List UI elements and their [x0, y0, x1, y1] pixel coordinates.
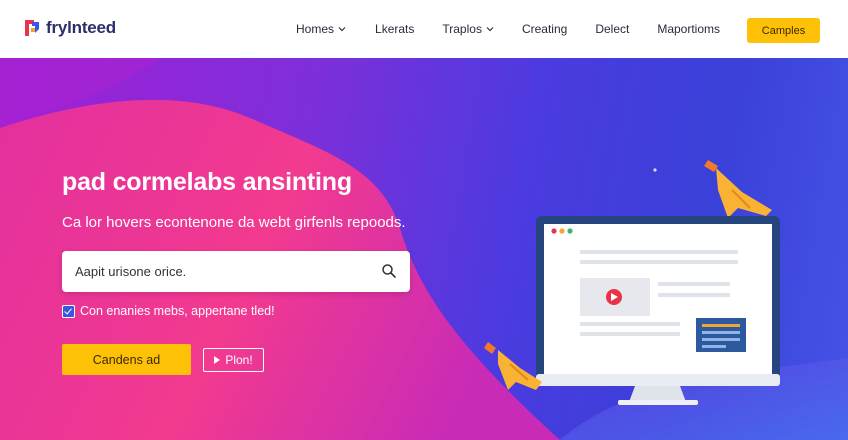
consent-checkbox[interactable] [62, 304, 75, 318]
monitor-illustration [484, 160, 780, 405]
nav-item-lkerats[interactable]: Lkerats [375, 22, 414, 36]
nav-item-delect[interactable]: Delect [595, 22, 629, 36]
nav-item-label: Traplos [442, 22, 482, 36]
logo-icon [25, 20, 39, 36]
rocket-icon [704, 160, 772, 218]
chevron-down-icon [338, 27, 346, 32]
rocket-icon [484, 342, 542, 390]
nav-item-label: Delect [595, 22, 630, 36]
nav-item-label: Homes [296, 22, 335, 36]
main-nav: Homes Lkerats Traplos Creating Delect Ma… [296, 22, 720, 36]
brand-name: frylnteed [46, 18, 116, 37]
nav-item-maportioms[interactable]: Maportioms [657, 22, 720, 36]
brand-logo[interactable]: frylnteed [22, 17, 116, 39]
hero-title: pad cormelabs ansinting [62, 168, 352, 196]
consent-label: Con enanies mebs, appertane tled! [80, 304, 275, 318]
hero-section: pad cormelabs ansinting Ca lor hovers ec… [0, 58, 848, 440]
nav-item-label: Maportioms [657, 22, 721, 36]
header-cta-button[interactable]: Camples [747, 18, 820, 43]
search-icon[interactable] [381, 263, 397, 279]
consent-checkbox-row: Con enanies mebs, appertane tled! [62, 304, 275, 318]
play-icon [214, 356, 221, 364]
primary-cta-button[interactable]: Candens ad [62, 344, 191, 375]
play-button[interactable]: Plon! [203, 348, 264, 372]
hero-subtitle: Ca lor hovers econtenone da webt girfenl… [62, 214, 406, 231]
nav-item-label: Creating [521, 22, 568, 36]
nav-item-homes[interactable]: Homes [296, 22, 346, 36]
chevron-down-icon [486, 27, 494, 32]
nav-item-label: Lkerats [375, 22, 415, 36]
site-header: frylnteed Homes Lkerats Traplos Creating… [0, 0, 848, 58]
nav-item-traplos[interactable]: Traplos [442, 22, 494, 36]
nav-item-creating[interactable]: Creating [522, 22, 567, 36]
search-box [62, 251, 410, 292]
search-input[interactable] [75, 264, 365, 279]
play-button-label: Plon! [225, 353, 253, 367]
